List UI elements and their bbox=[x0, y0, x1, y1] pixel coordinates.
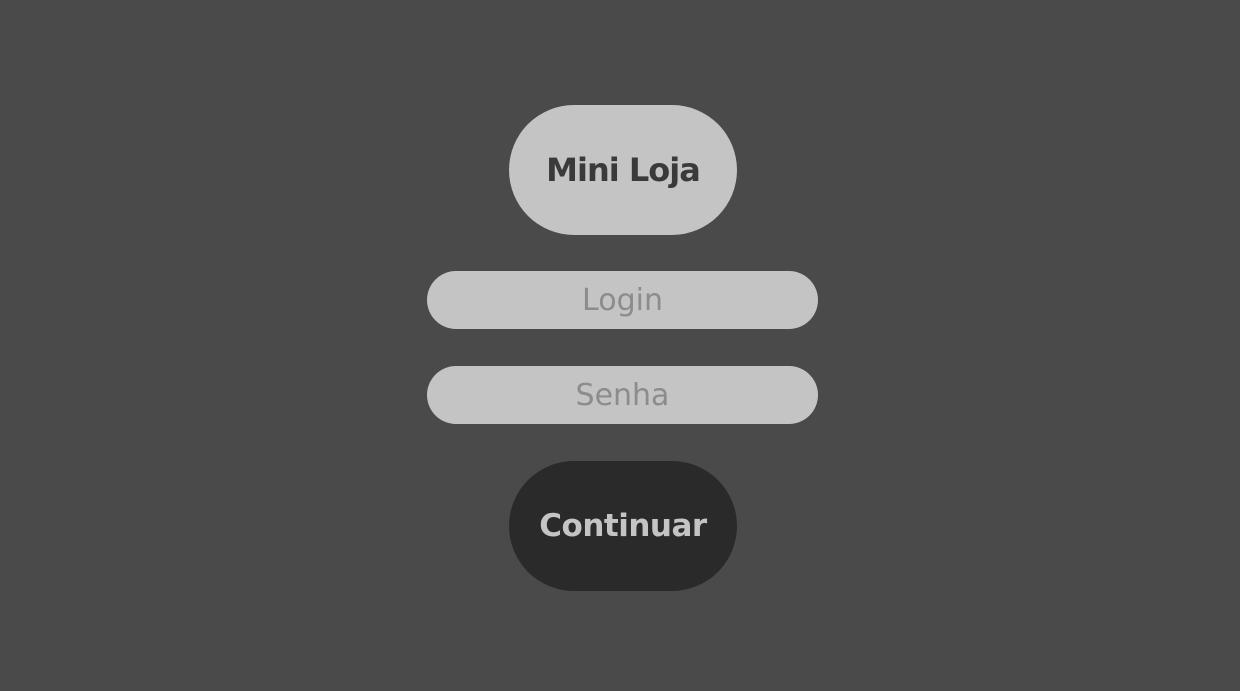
continue-button-label: Continuar bbox=[539, 508, 707, 544]
password-input[interactable] bbox=[427, 366, 818, 424]
continue-button[interactable]: Continuar bbox=[509, 461, 737, 591]
app-title: Mini Loja bbox=[546, 151, 701, 189]
app-logo: Mini Loja bbox=[509, 105, 737, 235]
login-input[interactable] bbox=[427, 271, 818, 329]
